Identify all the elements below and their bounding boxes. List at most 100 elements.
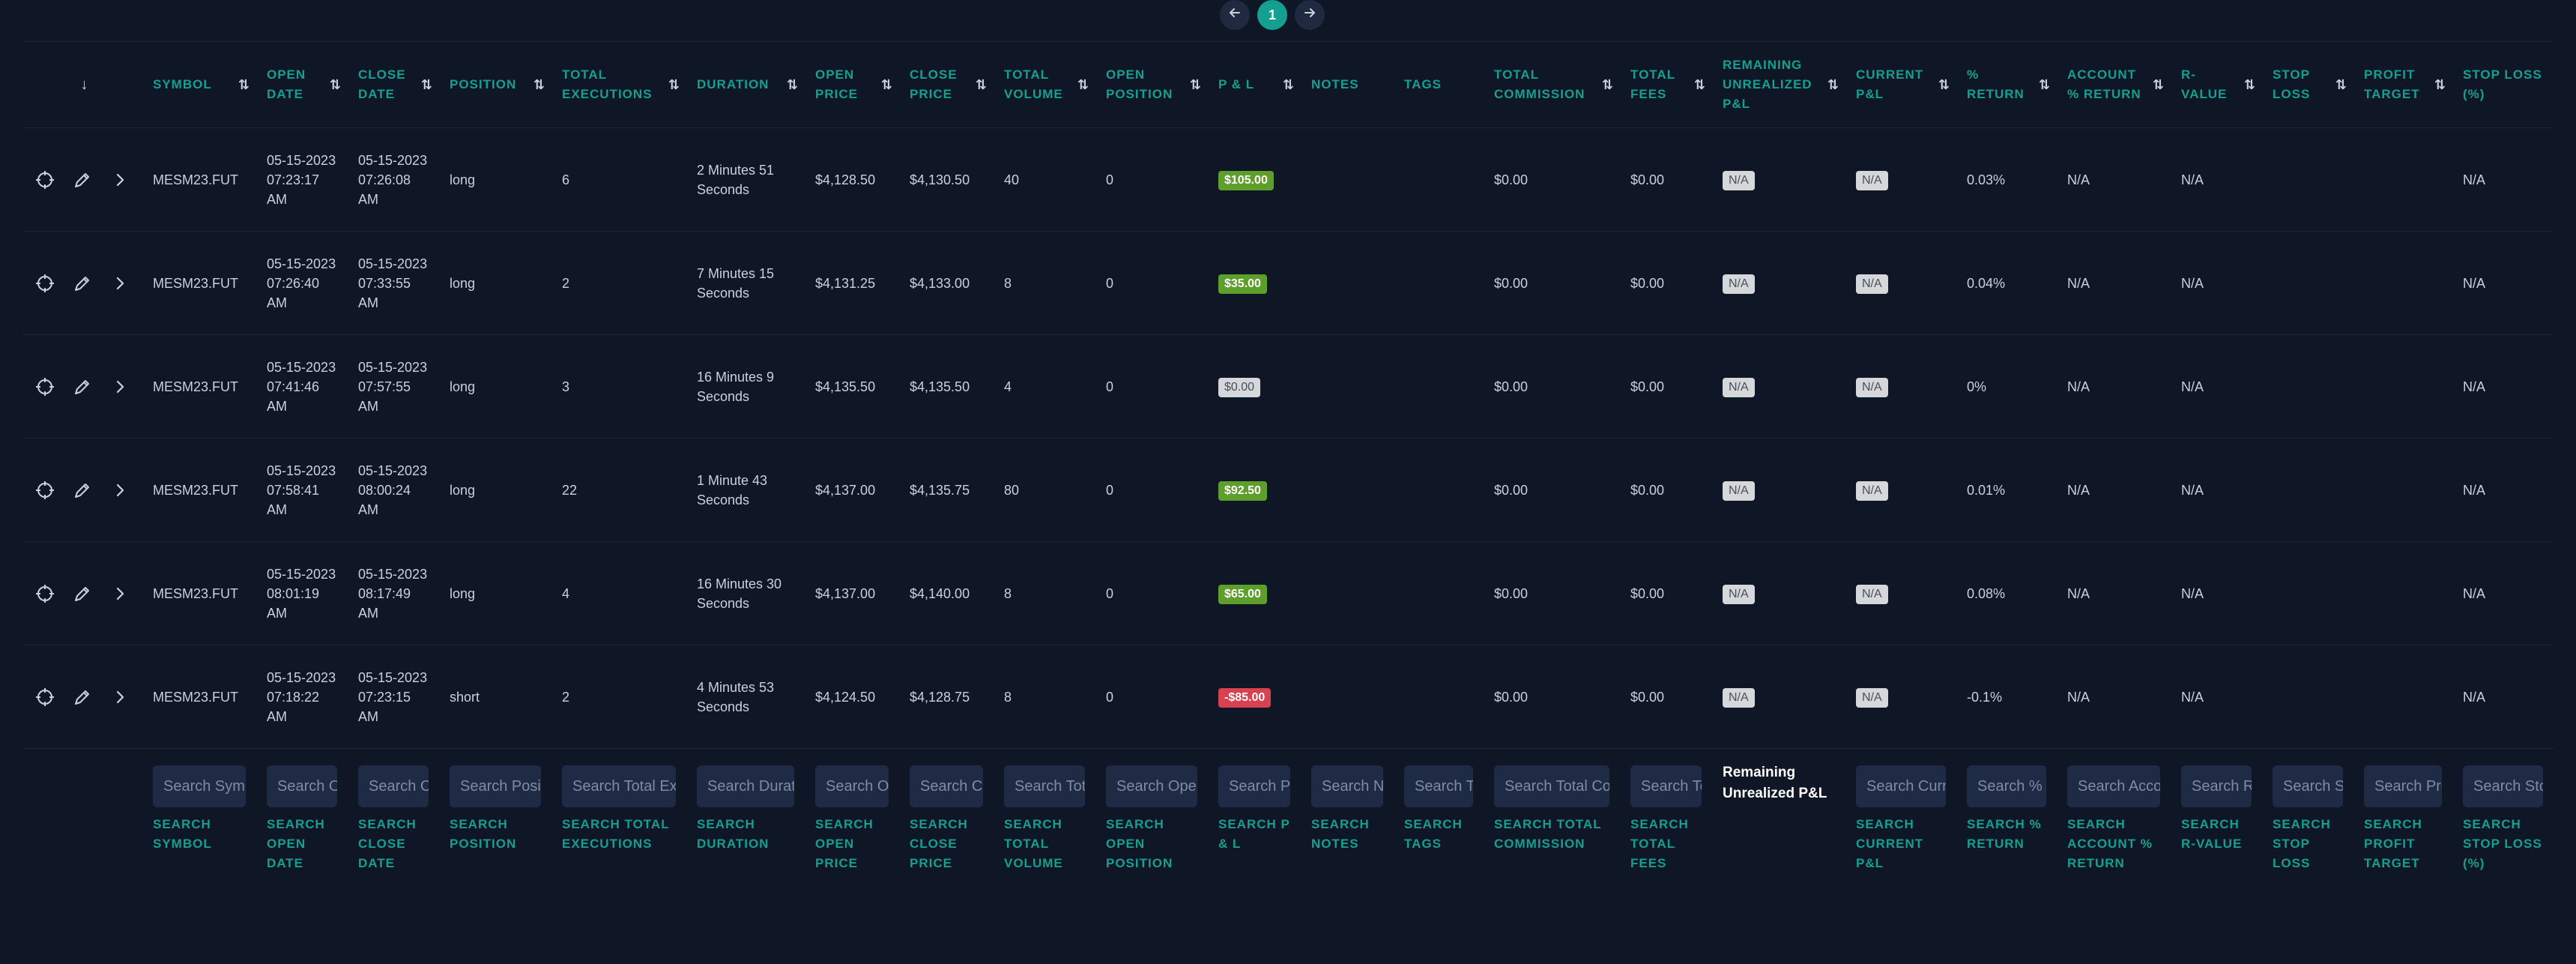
search-input-stop_loss_pct[interactable]: Search Stop Loss (%) [2463, 765, 2543, 807]
search-input-account_pct_return[interactable]: Search Account % Return [2067, 765, 2160, 807]
cell-notes [1301, 541, 1394, 645]
target-icon[interactable] [34, 480, 55, 501]
chevron-right-icon[interactable] [109, 687, 130, 708]
column-header-close_price[interactable]: CLOSE PRICE ⇅ [899, 42, 994, 128]
search-input-total_executions[interactable]: Search Total Executions [562, 765, 676, 807]
target-icon[interactable] [34, 169, 55, 190]
column-header-profit_target[interactable]: PROFIT TARGET ⇅ [2353, 42, 2452, 128]
column-header-open_price[interactable]: OPEN PRICE ⇅ [805, 42, 899, 128]
sort-icon[interactable]: ⇅ [668, 75, 680, 94]
cell-close_date: 05-15-2023 07:26:08 AM [348, 127, 439, 232]
sort-icon[interactable]: ⇅ [238, 75, 250, 94]
search-input-stop_loss[interactable]: Search Stop Loss [2273, 765, 2343, 807]
column-header-account_pct_return[interactable]: ACCOUNT % RETURN ⇅ [2057, 42, 2171, 128]
search-cell-total_volume: Search Total Volume SEARCH TOTAL VOLUME [994, 749, 1095, 874]
page-1-button[interactable]: 1 [1257, 0, 1287, 30]
sort-icon[interactable]: ⇅ [787, 75, 799, 94]
column-header-r_value[interactable]: R-VALUE ⇅ [2171, 42, 2262, 128]
column-header-stop_loss[interactable]: STOP LOSS ⇅ [2262, 42, 2353, 128]
column-header-symbol[interactable]: SYMBOL ⇅ [142, 42, 256, 128]
column-header-stop_loss_pct[interactable]: STOP LOSS (%) [2452, 42, 2554, 128]
column-header-current_pnl[interactable]: CURRENT P&L ⇅ [1845, 42, 1956, 128]
search-label: SEARCH CLOSE PRICE [910, 817, 968, 870]
chevron-right-icon[interactable] [109, 169, 130, 190]
table-row: MESM23.FUT 05-15-2023 08:01:19 AM 05-15-20… [22, 541, 2554, 645]
search-input-pct_return[interactable]: Search % Return [1967, 765, 2046, 807]
cell-position: long [439, 438, 551, 542]
search-input-close_date[interactable]: Search Close Date [358, 765, 429, 807]
target-icon[interactable] [34, 583, 55, 604]
column-header-remaining_unrealized_pnl[interactable]: REMAINING UNREALIZED P&L ⇅ [1712, 42, 1845, 128]
sort-icon[interactable]: ⇅ [2335, 75, 2347, 94]
sort-icon[interactable]: ⇅ [1827, 75, 1839, 94]
sort-icon[interactable]: ⇅ [2434, 75, 2446, 94]
sort-icon[interactable]: ⇅ [976, 75, 988, 94]
prev-page-button[interactable] [1220, 0, 1250, 30]
search-input-open_position[interactable]: Search Open Position [1106, 765, 1197, 807]
target-icon[interactable] [34, 273, 55, 294]
next-page-button[interactable] [1295, 0, 1325, 30]
pencil-icon[interactable] [72, 273, 93, 294]
chevron-right-icon[interactable] [109, 273, 130, 294]
target-icon[interactable] [34, 687, 55, 708]
search-input-symbol[interactable]: Search Symbol [153, 765, 246, 807]
sort-icon[interactable]: ⇅ [1077, 75, 1089, 94]
sort-icon[interactable]: ⇅ [2039, 75, 2051, 94]
search-input-close_price[interactable]: Search Close Price [910, 765, 983, 807]
column-header-position[interactable]: POSITION ⇅ [439, 42, 551, 128]
sort-icon[interactable]: ⇅ [1602, 75, 1614, 94]
chevron-right-icon[interactable] [109, 583, 130, 604]
search-input-position[interactable]: Search Position [450, 765, 541, 807]
column-header-close_date[interactable]: CLOSE DATE ⇅ [348, 42, 439, 128]
search-input-notes[interactable]: Search Notes [1311, 765, 1383, 807]
column-header-total_fees[interactable]: TOTAL FEES ⇅ [1620, 42, 1712, 128]
chevron-right-icon[interactable] [109, 480, 130, 501]
pencil-icon[interactable] [72, 583, 93, 604]
pencil-icon[interactable] [72, 376, 93, 397]
cell-text: $0.00 [1494, 585, 1529, 601]
column-header-label: TOTAL VOLUME [1004, 67, 1063, 101]
search-input-duration[interactable]: Search Duration [697, 765, 794, 807]
column-header-tags[interactable]: TAGS [1394, 42, 1484, 128]
sort-icon[interactable]: ⇅ [2244, 75, 2256, 94]
column-header-duration[interactable]: DURATION ⇅ [686, 42, 805, 128]
search-input-open_date[interactable]: Search Open Date [267, 765, 337, 807]
search-input-tags[interactable]: Search Tags [1404, 765, 1473, 807]
sort-icon[interactable]: ⇅ [421, 75, 433, 94]
chevron-right-icon[interactable] [109, 376, 130, 397]
search-input-open_price[interactable]: Search Open Price [815, 765, 889, 807]
cell-duration: 7 Minutes 15 Seconds [686, 231, 805, 335]
sort-icon[interactable]: ⇅ [1938, 75, 1950, 94]
column-header-total_executions[interactable]: TOTAL EXECUTIONS ⇅ [551, 42, 686, 128]
sort-icon[interactable]: ⇅ [881, 75, 893, 94]
target-icon[interactable] [34, 376, 55, 397]
column-header-open_position[interactable]: OPEN POSITION ⇅ [1095, 42, 1208, 128]
pencil-icon[interactable] [72, 169, 93, 190]
column-header-notes[interactable]: NOTES [1301, 42, 1394, 128]
cell-text: 2 Minutes 51 Seconds [697, 162, 775, 197]
cell-text: MESM23.FUT [153, 585, 239, 601]
sort-icon[interactable]: ⇅ [2153, 75, 2165, 94]
search-input-total_volume[interactable]: Search Total Volume [1004, 765, 1085, 807]
sort-icon[interactable]: ⇅ [1190, 75, 1202, 94]
cell-close_price: $4,135.50 [899, 334, 994, 439]
column-header-pct_return[interactable]: % RETURN ⇅ [1956, 42, 2057, 128]
sort-direction-header[interactable]: ↓ [22, 42, 142, 128]
search-input-r_value[interactable]: Search R-Value [2181, 765, 2252, 807]
search-input-current_pnl[interactable]: Search Current P&L [1856, 765, 1946, 807]
sort-icon[interactable]: ⇅ [330, 75, 342, 94]
pencil-icon[interactable] [72, 480, 93, 501]
sort-icon[interactable]: ⇅ [533, 75, 545, 94]
column-header-pnl[interactable]: P & L ⇅ [1208, 42, 1301, 128]
sort-icon[interactable]: ⇅ [1283, 75, 1295, 94]
search-input-pnl[interactable]: Search P & L [1218, 765, 1290, 807]
search-input-total_commission[interactable]: Search Total Commission [1494, 765, 1609, 807]
column-header-total_volume[interactable]: TOTAL VOLUME ⇅ [994, 42, 1095, 128]
cell-stop_loss [2262, 127, 2353, 232]
column-header-total_commission[interactable]: TOTAL COMMISSION ⇅ [1484, 42, 1620, 128]
column-header-open_date[interactable]: OPEN DATE ⇅ [256, 42, 348, 128]
search-input-total_fees[interactable]: Search Total Fees [1630, 765, 1702, 807]
sort-icon[interactable]: ⇅ [1694, 75, 1706, 94]
search-input-profit_target[interactable]: Search Profit Target [2364, 765, 2442, 807]
pencil-icon[interactable] [72, 687, 93, 708]
